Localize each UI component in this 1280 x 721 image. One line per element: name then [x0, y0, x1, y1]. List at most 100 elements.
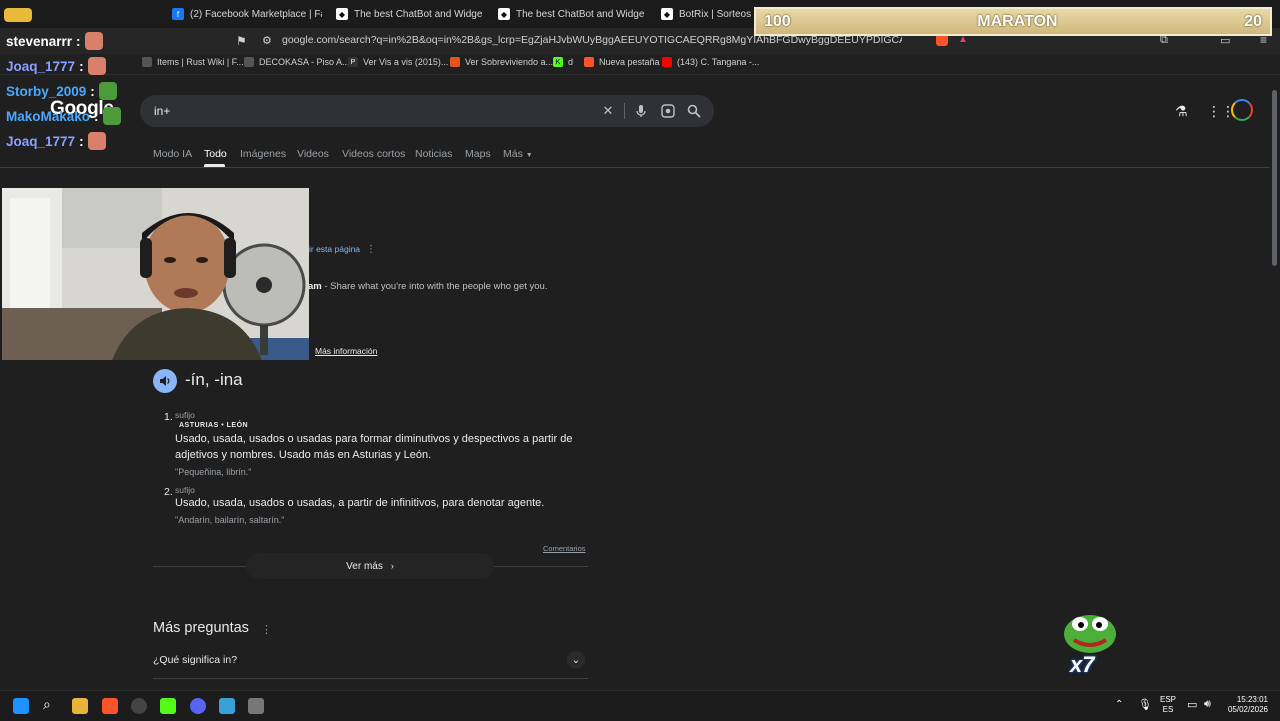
tab-videos[interactable]: Videos	[297, 148, 329, 160]
file-explorer-icon[interactable]	[72, 698, 88, 714]
tab-label: The best ChatBot and Widgets for K	[354, 8, 482, 20]
bookmark-item[interactable]: P Ver Vis a vis (2015)...	[348, 57, 448, 67]
bookmark-label: (143) C. Tangana -...	[677, 57, 760, 67]
more-options-icon[interactable]: ⋮	[261, 623, 272, 636]
search-input[interactable]: in+	[154, 104, 170, 118]
tab-todo[interactable]: Todo	[204, 148, 227, 160]
tab-label: BotRix | Sorteos	[679, 8, 751, 20]
language-indicator[interactable]: ESP ES	[1160, 695, 1176, 715]
microphone-icon[interactable]: 🎙︎	[1138, 698, 1152, 711]
facebook-icon: f	[172, 8, 184, 20]
discord-icon[interactable]	[190, 698, 206, 714]
chat-top-obscured	[4, 6, 134, 24]
chevron-up-icon[interactable]: ⌃	[1115, 699, 1123, 710]
kick-icon[interactable]	[160, 698, 176, 714]
bookmark-item[interactable]: (143) C. Tangana -...	[662, 57, 759, 67]
chat-message: Joaq_1777 :	[6, 57, 106, 75]
tab-label: (2) Facebook Marketplace | Facebook	[190, 8, 322, 20]
tab-imagenes[interactable]: Imágenes	[240, 148, 286, 160]
youtube-icon	[662, 57, 672, 67]
people-also-ask-title: Más preguntas	[153, 620, 249, 636]
notepad-icon[interactable]	[219, 698, 235, 714]
clear-icon[interactable]: ✕	[599, 102, 617, 120]
scrollbar-thumb[interactable]	[1272, 90, 1277, 266]
question-item[interactable]: ¿Qué significa in?	[153, 654, 237, 666]
bookmark-item[interactable]: K d	[553, 57, 573, 67]
bookmark-item[interactable]: Nueva pestaña	[584, 57, 660, 67]
definition-number: 2.	[164, 486, 173, 498]
search-icon[interactable]	[685, 102, 703, 120]
definition-text: Usado, usada, usados o usadas para forma…	[175, 433, 573, 461]
bookmark-item[interactable]: DECOKASA - Piso A...	[244, 57, 350, 67]
tab-label: The best ChatBot and Widgets for K	[516, 8, 644, 20]
tab-mas-label: Más	[503, 148, 523, 160]
tab-videos-cortos[interactable]: Videos cortos	[342, 148, 405, 160]
botrix-icon: ◆	[498, 8, 510, 20]
lens-icon[interactable]	[659, 102, 677, 120]
obs-icon[interactable]	[131, 698, 147, 714]
chat-separator: :	[94, 108, 99, 124]
emote-icon	[87, 132, 106, 150]
webcam-feed	[2, 188, 309, 360]
tab-modo-ia[interactable]: Modo IA	[153, 148, 192, 160]
tab-botrix-sorteos[interactable]: ◆ BotRix | Sorteos	[661, 4, 751, 24]
bookmark-icon[interactable]: ⚑	[236, 34, 247, 48]
chat-message: Storby_2009 :	[6, 82, 117, 100]
bookmark-label: Ver Sobreviviendo a...	[465, 57, 554, 67]
windows-start-icon[interactable]	[13, 698, 29, 714]
clock[interactable]: 15:23:01 05/02/2026	[1224, 695, 1268, 715]
search-icon[interactable]: ⌕	[43, 696, 59, 712]
clock-date: 05/02/2026	[1227, 705, 1268, 714]
chat-username: Storby_2009	[6, 83, 87, 99]
brave-icon[interactable]	[102, 698, 118, 714]
bookmark-item[interactable]: Ver Sobreviviendo a...	[450, 57, 553, 67]
bookmark-item[interactable]: Items | Rust Wiki | F...	[142, 57, 244, 67]
maraton-left-value: 100	[764, 12, 791, 30]
kick-icon: K	[553, 57, 563, 67]
tab-mas[interactable]: Más ▼	[503, 148, 533, 160]
calculator-icon[interactable]	[248, 698, 264, 714]
chat-message: stevenarrr :	[6, 32, 103, 50]
bookmarks-bar: Items | Rust Wiki | F... DECOKASA - Piso…	[0, 54, 1280, 75]
chat-separator: :	[79, 133, 84, 149]
chat-username: Joaq_1777	[6, 133, 76, 149]
more-options-icon[interactable]: ⋮	[366, 244, 376, 255]
chat-message: Joaq_1777 :	[6, 132, 106, 150]
labs-icon[interactable]: ⚗	[1175, 103, 1188, 120]
ver-mas-button[interactable]: Ver más ›	[246, 553, 494, 579]
speaker-icon[interactable]	[153, 369, 177, 393]
definition-text: Usado, usada, usados o usadas, a partir …	[175, 497, 545, 509]
bookmark-label: Ver Vis a vis (2015)...	[363, 57, 449, 67]
bookmark-label: DECOKASA - Piso A...	[259, 57, 350, 67]
comentarios-link[interactable]: Comentarios	[543, 544, 586, 553]
tab-botrix-1[interactable]: ◆ The best ChatBot and Widgets for K	[336, 4, 482, 24]
chat-username: MakoMakako	[6, 108, 91, 124]
mas-informacion-link[interactable]: Más información	[315, 346, 377, 356]
bookmark-label: Items | Rust Wiki | F...	[157, 57, 244, 67]
avatar[interactable]	[1231, 99, 1253, 121]
tab-noticias[interactable]: Noticias	[415, 148, 452, 160]
maraton-timer-bar: 100 MARATON 20	[754, 7, 1272, 36]
microphone-icon[interactable]	[632, 102, 650, 120]
emote-icon	[84, 32, 103, 50]
tab-facebook[interactable]: f (2) Facebook Marketplace | Facebook	[172, 4, 322, 24]
divider	[0, 167, 1270, 168]
site-settings-icon[interactable]: ⚙	[262, 34, 272, 47]
network-icon[interactable]: ▭	[1187, 698, 1197, 711]
emote-icon	[87, 57, 106, 75]
volume-icon[interactable]: 🔊︎	[1204, 698, 1211, 711]
pepe-emote-icon	[1062, 612, 1118, 654]
divider	[624, 103, 625, 119]
definition-example: "Pequeñina, librín."	[175, 467, 252, 477]
bookmark-label: Nueva pestaña	[599, 57, 660, 67]
bookmark-label: d	[568, 57, 574, 67]
language-region: ES	[1162, 705, 1174, 714]
globe-icon	[244, 57, 254, 67]
translate-link[interactable]: ir esta página	[309, 244, 360, 254]
tab-maps[interactable]: Maps	[465, 148, 491, 160]
tab-botrix-2[interactable]: ◆ The best ChatBot and Widgets for K	[498, 4, 644, 24]
search-box[interactable]: in+ ✕	[140, 95, 714, 127]
globe-icon	[142, 57, 152, 67]
chevron-down-icon[interactable]: ⌄	[567, 651, 585, 669]
brave-icon	[584, 57, 594, 67]
